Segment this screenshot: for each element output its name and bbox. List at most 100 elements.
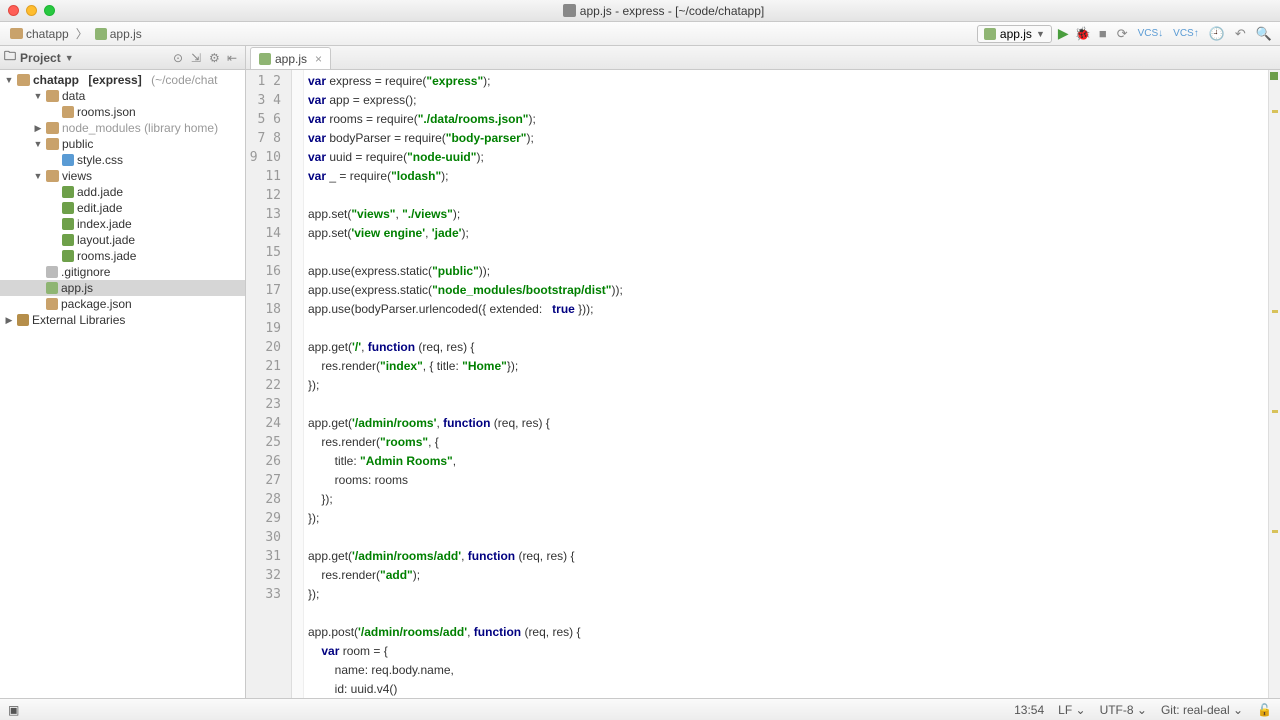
file-type-icon xyxy=(563,4,576,17)
tree-item-label: layout.jade xyxy=(77,233,135,247)
chevron-down-icon[interactable]: ▼ xyxy=(33,139,43,149)
search-button[interactable]: 🔍 xyxy=(1254,26,1274,42)
coverage-button[interactable]: ⟳ xyxy=(1115,26,1130,42)
overview-ruler[interactable] xyxy=(1268,70,1280,698)
chevron-down-icon[interactable]: ▼ xyxy=(33,91,43,101)
navigation-bar: chatapp 〉 app.js app.js ▼ ▶ 🐞 ■ ⟳ VCS↓ V… xyxy=(0,22,1280,46)
tree-root[interactable]: ▼ chatapp [express] (~/code/chat xyxy=(0,72,245,88)
project-tree[interactable]: ▼ chatapp [express] (~/code/chat ▼ data … xyxy=(0,70,245,698)
inspection-status-icon[interactable] xyxy=(1270,72,1278,80)
warning-marker[interactable] xyxy=(1272,530,1278,533)
tree-item[interactable]: ▼ data xyxy=(0,88,245,104)
stop-button[interactable]: ■ xyxy=(1097,26,1109,41)
code-editor[interactable]: 1 2 3 4 5 6 7 8 9 10 11 12 13 14 15 16 1… xyxy=(246,70,1280,698)
tree-item[interactable]: style.css xyxy=(0,152,245,168)
line-number-gutter[interactable]: 1 2 3 4 5 6 7 8 9 10 11 12 13 14 15 16 1… xyxy=(246,70,292,698)
vcs-history-button[interactable]: 🕘 xyxy=(1207,26,1227,42)
tree-item-label: rooms.json xyxy=(77,105,136,119)
tree-item[interactable]: add.jade xyxy=(0,184,245,200)
tree-item[interactable]: ▶ node_modules (library home) xyxy=(0,120,245,136)
tree-item[interactable]: ▼ views xyxy=(0,168,245,184)
line-separator[interactable]: LF ⌄ xyxy=(1058,703,1085,717)
tree-item[interactable]: ▼ public xyxy=(0,136,245,152)
window-title: app.js - express - [~/code/chatapp] xyxy=(580,4,764,18)
tree-root-tag: [express] xyxy=(88,73,141,87)
tree-item[interactable]: app.js xyxy=(0,280,245,296)
run-toolbar: app.js ▼ ▶ 🐞 ■ ⟳ VCS↓ VCS↑ 🕘 ↶ 🔍 xyxy=(977,25,1274,43)
chevron-right-icon: 〉 xyxy=(76,25,88,42)
scroll-from-source-icon[interactable]: ⊙ xyxy=(173,51,187,65)
tree-item-label: node_modules (library home) xyxy=(62,121,218,135)
hide-panel-icon[interactable]: ⇤ xyxy=(227,51,241,65)
breadcrumb-project[interactable]: chatapp xyxy=(26,27,69,41)
chevron-down-icon[interactable]: ▼ xyxy=(4,75,14,85)
chevron-right-icon[interactable]: ▶ xyxy=(33,123,43,134)
collapse-all-icon[interactable]: ⇲ xyxy=(191,51,205,65)
folder-icon xyxy=(10,28,23,39)
tree-item-label: app.js xyxy=(61,281,93,295)
tool-windows-button[interactable]: ▣ xyxy=(8,703,19,717)
tree-item-label: data xyxy=(62,89,85,103)
txt-icon xyxy=(46,266,58,278)
warning-marker[interactable] xyxy=(1272,310,1278,313)
status-bar: ▣ 13:54 LF ⌄ UTF-8 ⌄ Git: real-deal ⌄ 🔓 xyxy=(0,698,1280,720)
json-icon xyxy=(46,298,58,310)
fold-gutter[interactable] xyxy=(292,70,304,698)
run-config-label: app.js xyxy=(1000,27,1032,41)
breadcrumb[interactable]: chatapp 〉 app.js xyxy=(6,25,146,43)
tree-item[interactable]: rooms.jade xyxy=(0,248,245,264)
js-file-icon xyxy=(984,28,996,40)
tree-item[interactable]: index.jade xyxy=(0,216,245,232)
tree-item-label: add.jade xyxy=(77,185,123,199)
warning-marker[interactable] xyxy=(1272,110,1278,113)
window-titlebar: app.js - express - [~/code/chatapp] xyxy=(0,0,1280,22)
tree-item[interactable]: layout.jade xyxy=(0,232,245,248)
cursor-position[interactable]: 13:54 xyxy=(1014,703,1044,717)
close-window-icon[interactable] xyxy=(8,5,19,16)
breadcrumb-file[interactable]: app.js xyxy=(110,27,142,41)
run-button[interactable]: ▶ xyxy=(1058,25,1069,42)
code-area[interactable]: var express = require("express"); var ap… xyxy=(304,70,1268,698)
jade-icon xyxy=(62,250,74,262)
tree-item-label: edit.jade xyxy=(77,201,122,215)
run-config-dropdown[interactable]: app.js ▼ xyxy=(977,25,1052,43)
vcs-commit-button[interactable]: VCS↑ xyxy=(1171,28,1201,39)
tree-item[interactable]: package.json xyxy=(0,296,245,312)
tab-label: app.js xyxy=(275,52,307,66)
folder-icon xyxy=(46,90,59,102)
library-icon xyxy=(17,314,29,326)
revert-button[interactable]: ↶ xyxy=(1233,26,1248,42)
project-panel-title[interactable]: Project xyxy=(20,51,61,65)
tree-item[interactable]: edit.jade xyxy=(0,200,245,216)
readonly-lock-icon[interactable]: 🔓 xyxy=(1257,703,1272,717)
gear-icon[interactable]: ⚙ xyxy=(209,51,223,65)
tab-app-js[interactable]: app.js × xyxy=(250,47,331,69)
chevron-right-icon[interactable]: ▶ xyxy=(4,315,14,326)
window-controls[interactable] xyxy=(8,5,55,16)
tree-item[interactable]: .gitignore xyxy=(0,264,245,280)
external-libraries-label: External Libraries xyxy=(32,313,125,327)
js-file-icon xyxy=(259,53,271,65)
debug-button[interactable]: 🐞 xyxy=(1075,26,1091,42)
chevron-down-icon[interactable]: ▼ xyxy=(65,53,74,63)
vcs-update-button[interactable]: VCS↓ xyxy=(1136,28,1166,39)
tree-root-name: chatapp xyxy=(33,73,79,87)
tree-item-label: views xyxy=(62,169,92,183)
git-branch[interactable]: Git: real-deal ⌄ xyxy=(1161,703,1243,717)
tree-item[interactable]: rooms.json xyxy=(0,104,245,120)
editor-tabs: app.js × xyxy=(246,46,1280,70)
css-icon xyxy=(62,154,74,166)
chevron-down-icon[interactable]: ▼ xyxy=(33,171,43,181)
minimize-window-icon[interactable] xyxy=(26,5,37,16)
file-encoding[interactable]: UTF-8 ⌄ xyxy=(1100,703,1147,717)
close-tab-icon[interactable]: × xyxy=(315,52,322,66)
jade-icon xyxy=(62,218,74,230)
project-tool-window: 🗀 Project ▼ ⊙ ⇲ ⚙ ⇤ ▼ chatapp [express] (~… xyxy=(0,46,246,698)
warning-marker[interactable] xyxy=(1272,410,1278,413)
external-libraries[interactable]: ▶ External Libraries xyxy=(0,312,245,328)
project-icon: 🗀 xyxy=(4,47,16,68)
zoom-window-icon[interactable] xyxy=(44,5,55,16)
tree-root-path: (~/code/chat xyxy=(151,73,217,87)
jade-icon xyxy=(62,202,74,214)
tree-item-label: index.jade xyxy=(77,217,132,231)
